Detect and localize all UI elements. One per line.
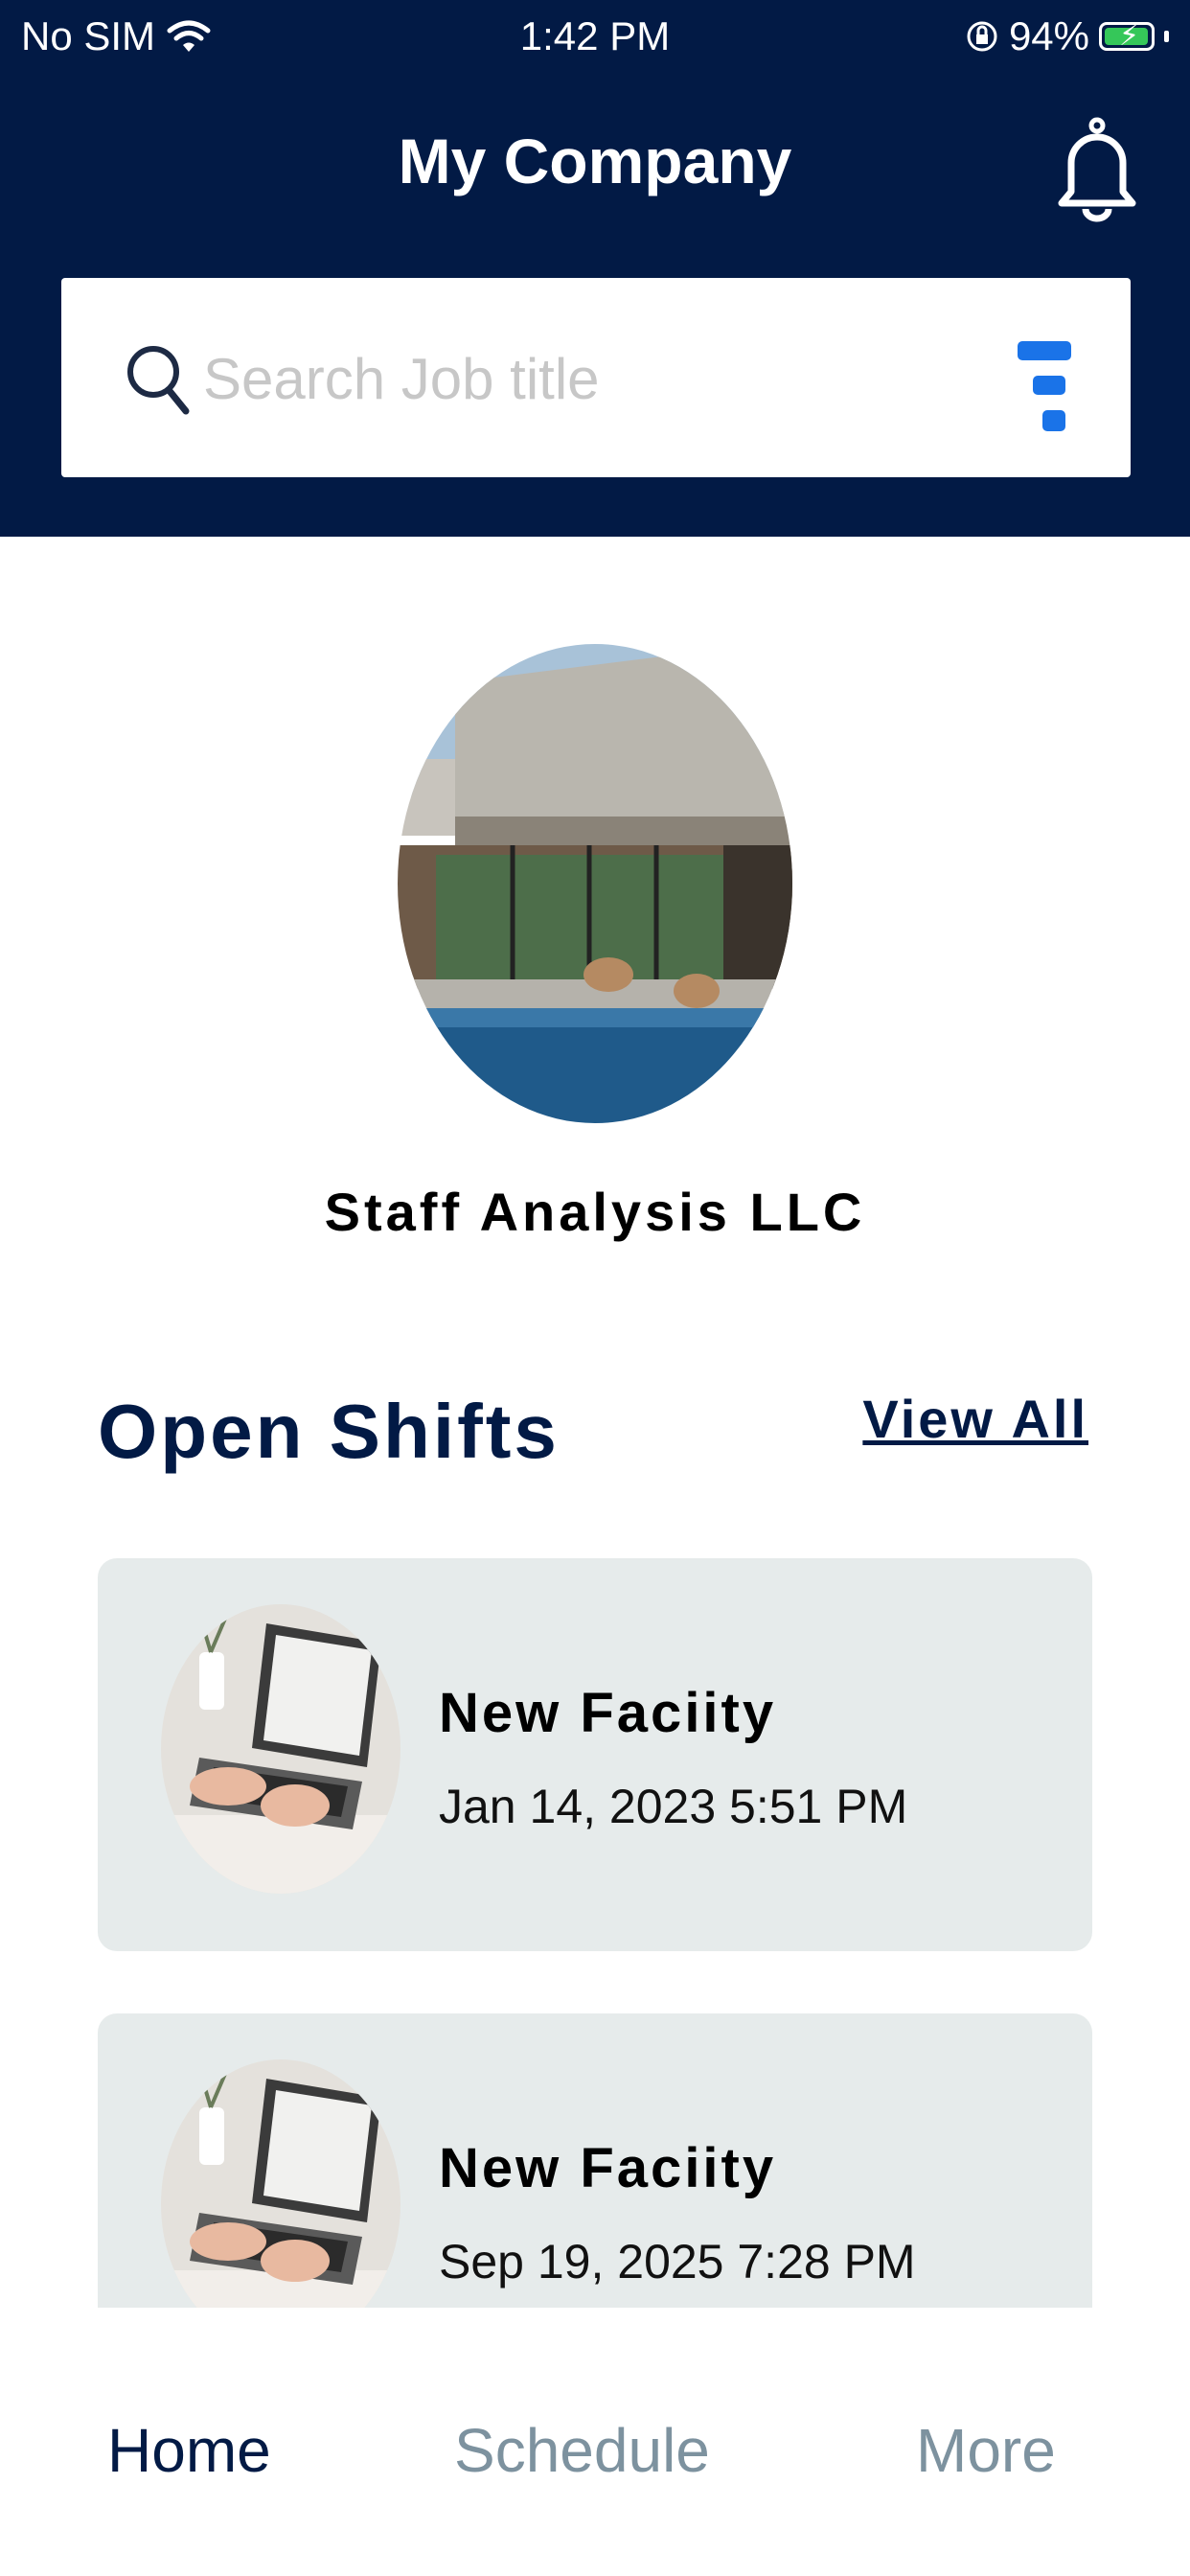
header: No SIM 1:42 PM 94% ⚡ My Company — [0, 0, 1190, 537]
shift-thumbnail — [161, 2059, 400, 2308]
view-all-link[interactable]: View All — [862, 1388, 1088, 1450]
battery-charging-icon: ⚡ — [1099, 20, 1155, 52]
shift-title: New Faciity — [439, 1682, 777, 1744]
tab-schedule[interactable]: Schedule — [454, 2415, 710, 2486]
company-photo — [398, 644, 792, 1123]
shift-card[interactable]: New Faciity Jan 14, 2023 5:51 PM — [98, 1558, 1092, 1951]
section-title-open-shifts: Open Shifts — [98, 1389, 560, 1474]
tab-more[interactable]: More — [916, 2415, 1056, 2486]
battery-percent: 94% — [1008, 13, 1089, 58]
open-shifts-list: New Faciity Jan 14, 2023 5:51 PM New Fac… — [0, 1524, 1190, 2308]
tab-bar: Home Schedule More — [0, 2308, 1190, 2576]
search-input[interactable] — [201, 324, 1029, 433]
company-name: Staff Analysis LLC — [324, 1182, 866, 1242]
orientation-lock-icon — [967, 21, 997, 52]
shift-date: Jan 14, 2023 5:51 PM — [439, 1780, 908, 1833]
shift-title: New Faciity — [439, 2137, 777, 2199]
page-title: My Company — [398, 126, 792, 196]
shift-thumbnail — [161, 1604, 400, 1894]
shift-date: Sep 19, 2025 7:28 PM — [439, 2235, 916, 2288]
search-bar — [61, 278, 1131, 477]
tab-home[interactable]: Home — [107, 2415, 271, 2486]
status-bar: No SIM 1:42 PM 94% ⚡ — [0, 0, 1190, 77]
search-icon — [127, 346, 190, 415]
filter-icon[interactable] — [1008, 330, 1085, 435]
status-right: 94% ⚡ — [965, 13, 1169, 59]
shift-card[interactable]: New Faciity Sep 19, 2025 7:28 PM — [98, 2013, 1092, 2308]
battery-cap — [1164, 31, 1169, 42]
bell-icon[interactable] — [1054, 117, 1140, 224]
